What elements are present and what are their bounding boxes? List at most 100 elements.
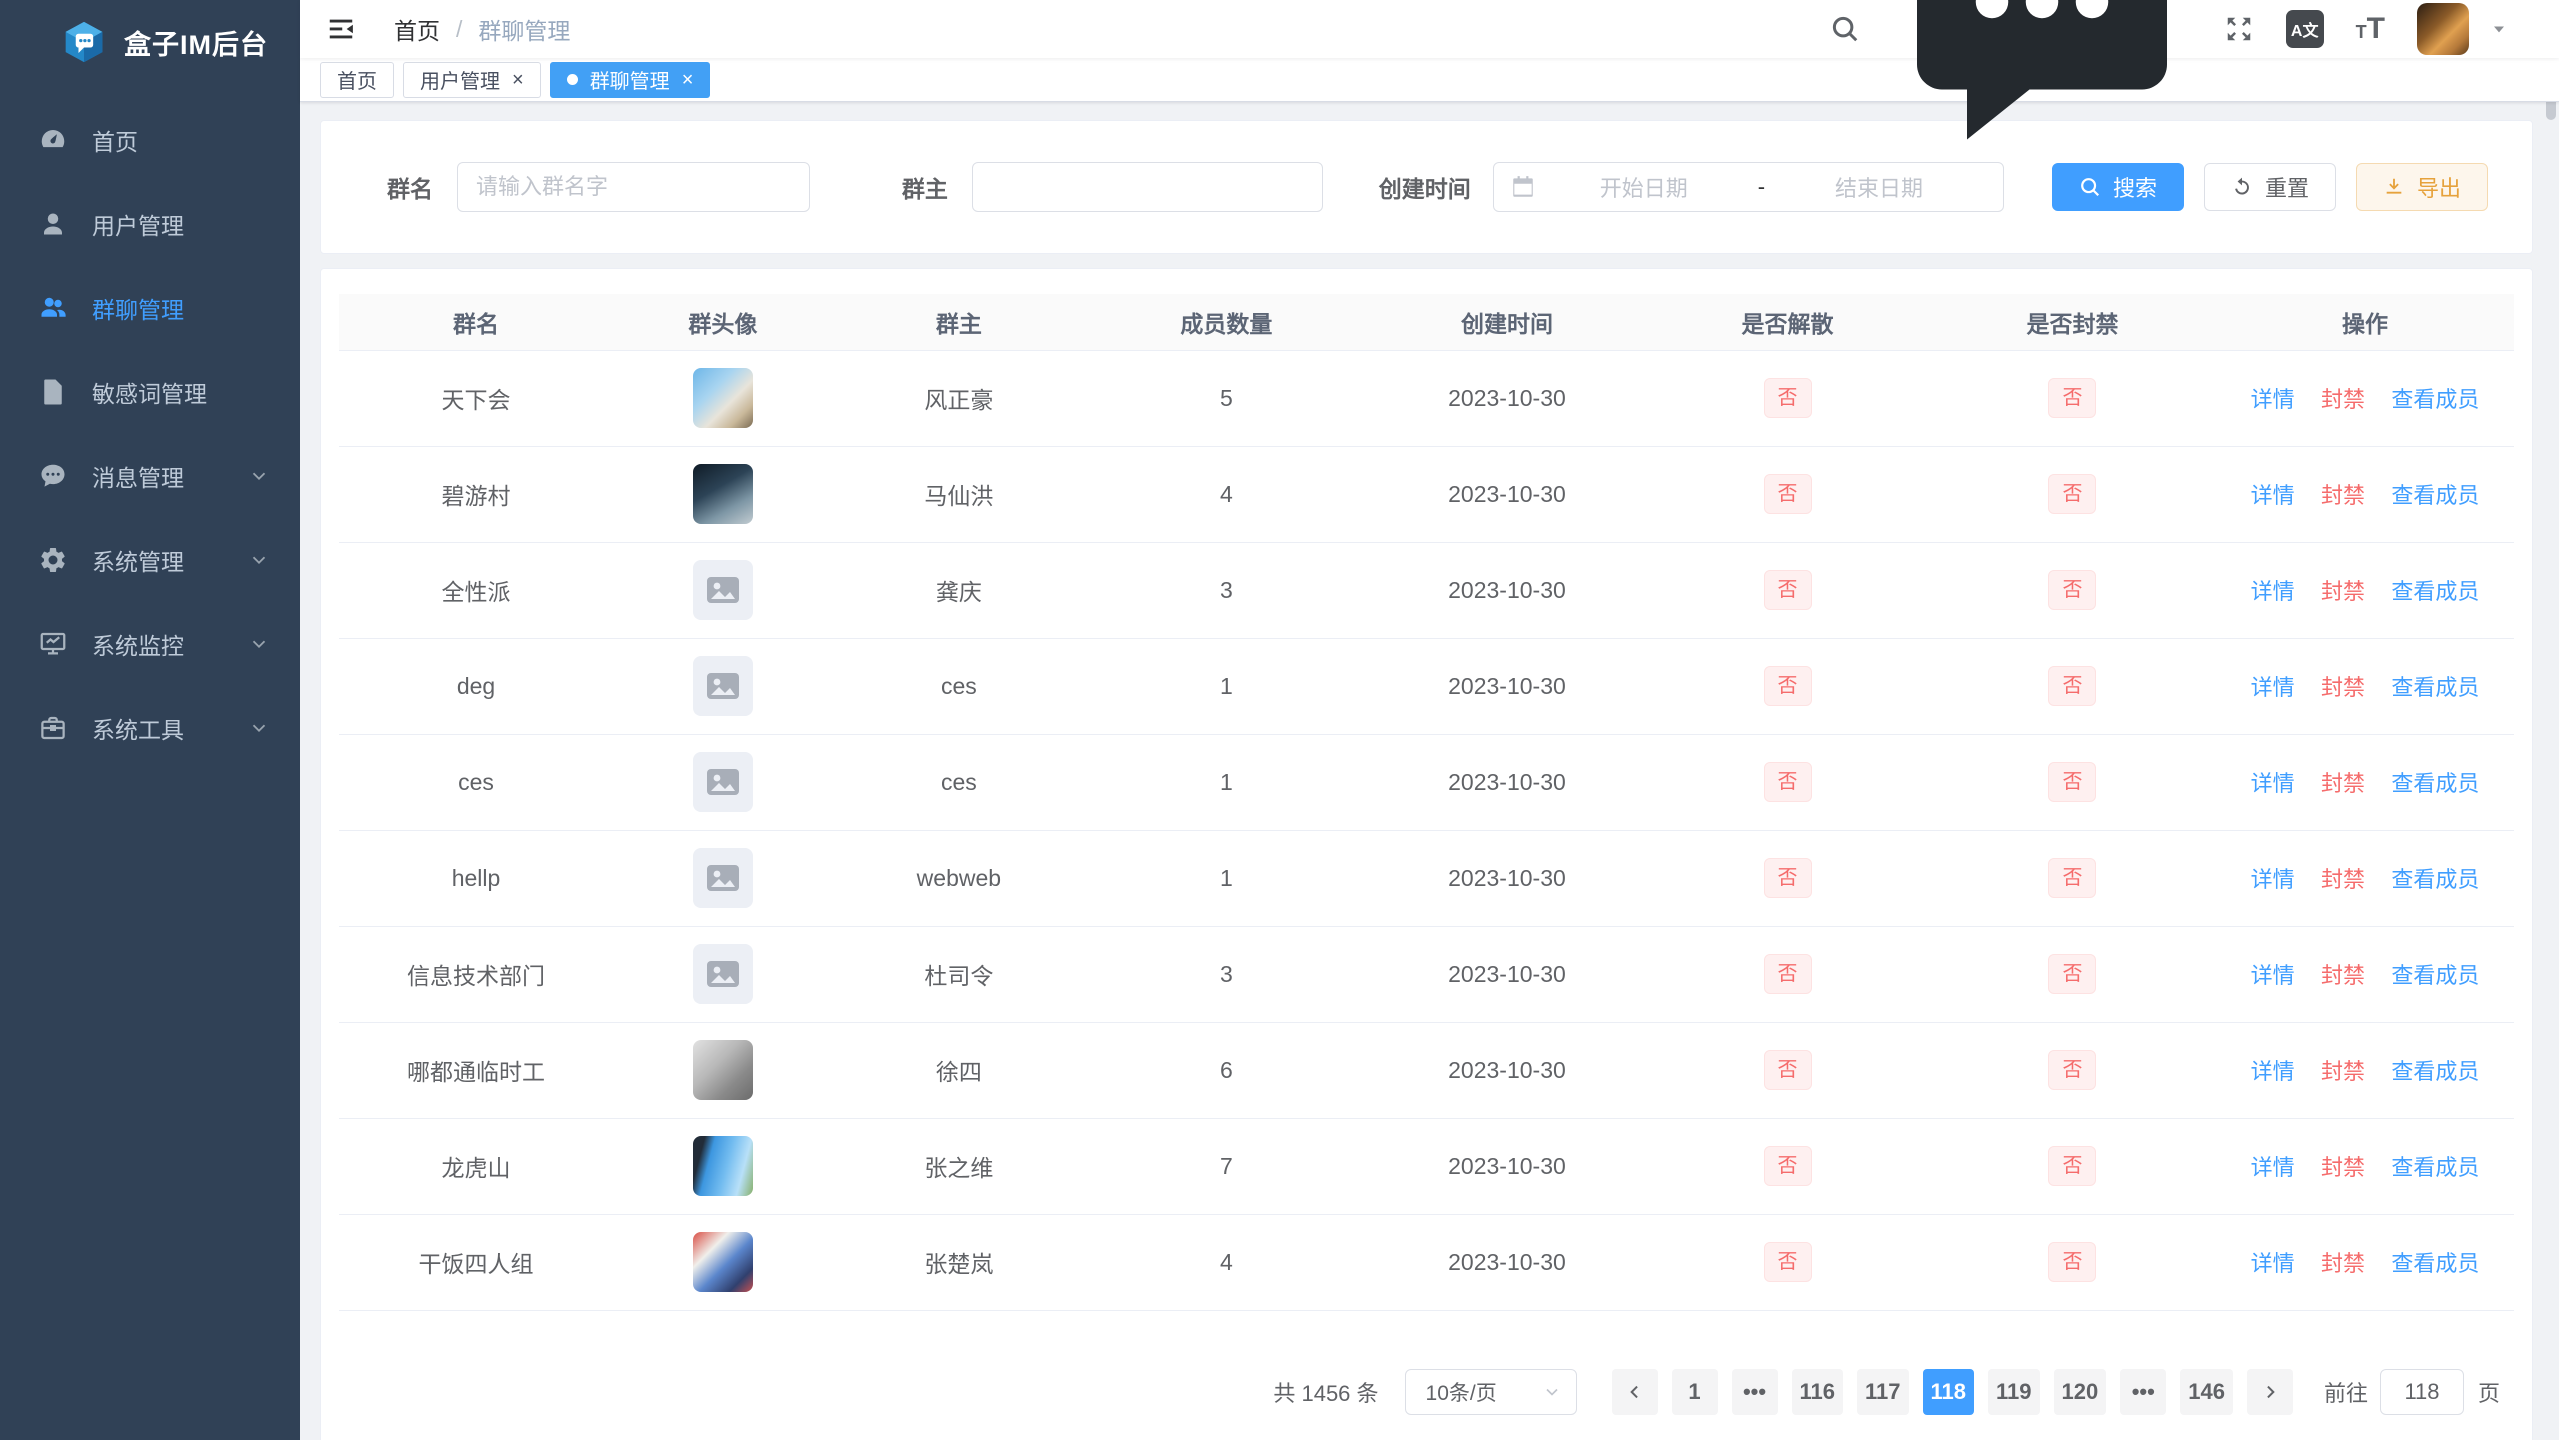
group-name-label: 群名 <box>387 170 433 204</box>
ban-link[interactable]: 封禁 <box>2321 867 2365 892</box>
page-number-button[interactable]: 120 <box>2054 1369 2107 1415</box>
sidebar-item-label: 群聊管理 <box>92 291 184 325</box>
table-row: deg ces 1 2023-10-30 否 否 详情 封禁 查看成员 <box>339 638 2514 734</box>
tab-home[interactable]: 首页 <box>320 62 394 98</box>
cell-created-time: 2023-10-30 <box>1368 350 1646 446</box>
cell-group-avatar <box>613 830 833 926</box>
goto-page-input[interactable] <box>2380 1369 2464 1415</box>
page-number-button[interactable]: 1 <box>1672 1369 1718 1415</box>
page-ellipsis-button[interactable]: ••• <box>2120 1369 2166 1415</box>
sidebar-collapse-icon[interactable] <box>324 14 358 44</box>
cell-banned: 否 <box>1929 350 2216 446</box>
cell-group-owner: 徐四 <box>833 1022 1085 1118</box>
sidebar-item-system-tools[interactable]: 系统工具 <box>0 686 300 770</box>
sidebar-item-home[interactable]: 首页 <box>0 98 300 182</box>
view-members-link[interactable]: 查看成员 <box>2391 1251 2479 1276</box>
view-members-link[interactable]: 查看成员 <box>2391 579 2479 604</box>
view-members-link[interactable]: 查看成员 <box>2391 1155 2479 1180</box>
fullscreen-icon[interactable] <box>2224 14 2254 44</box>
sidebar-item-sensitive-words[interactable]: 敏感词管理 <box>0 350 300 434</box>
ban-link[interactable]: 封禁 <box>2321 387 2365 412</box>
dissolved-badge: 否 <box>1764 1242 1812 1282</box>
app-logo-icon <box>62 20 106 64</box>
page-number-button[interactable]: 146 <box>2180 1369 2233 1415</box>
view-members-link[interactable]: 查看成员 <box>2391 387 2479 412</box>
sidebar-item-users[interactable]: 用户管理 <box>0 182 300 266</box>
page-size-select[interactable]: 10条/页 <box>1405 1369 1577 1415</box>
cell-dissolved: 否 <box>1646 1118 1929 1214</box>
detail-link[interactable]: 详情 <box>2251 1155 2295 1180</box>
cell-dissolved: 否 <box>1646 830 1929 926</box>
detail-link[interactable]: 详情 <box>2251 1059 2295 1084</box>
detail-link[interactable]: 详情 <box>2251 387 2295 412</box>
view-members-link[interactable]: 查看成员 <box>2391 963 2479 988</box>
sidebar-item-groups[interactable]: 群聊管理 <box>0 266 300 350</box>
breadcrumb: 首页 / 群聊管理 <box>394 12 570 46</box>
sidebar-item-system-management[interactable]: 系统管理 <box>0 518 300 602</box>
group-avatar <box>693 656 753 716</box>
page-ellipsis-button[interactable]: ••• <box>1732 1369 1778 1415</box>
detail-link[interactable]: 详情 <box>2251 483 2295 508</box>
tab-group-management[interactable]: 群聊管理 × <box>550 62 711 98</box>
image-placeholder-icon <box>706 767 740 797</box>
cell-created-time: 2023-10-30 <box>1368 446 1646 542</box>
detail-link[interactable]: 详情 <box>2251 771 2295 796</box>
cell-created-time: 2023-10-30 <box>1368 1118 1646 1214</box>
ban-link[interactable]: 封禁 <box>2321 1059 2365 1084</box>
ban-link[interactable]: 封禁 <box>2321 579 2365 604</box>
breadcrumb-home[interactable]: 首页 <box>394 12 440 46</box>
cell-group-name: 全性派 <box>339 542 613 638</box>
language-switch-icon[interactable]: A文 <box>2286 10 2324 48</box>
ban-link[interactable]: 封禁 <box>2321 963 2365 988</box>
start-date-placeholder[interactable]: 开始日期 <box>1536 171 1752 203</box>
search-icon[interactable] <box>1830 14 1860 44</box>
detail-link[interactable]: 详情 <box>2251 1251 2295 1276</box>
view-members-link[interactable]: 查看成员 <box>2391 771 2479 796</box>
sidebar-item-messages[interactable]: 消息管理 <box>0 434 300 518</box>
detail-link[interactable]: 详情 <box>2251 675 2295 700</box>
cell-dissolved: 否 <box>1646 926 1929 1022</box>
page-number-button[interactable]: 119 <box>1988 1369 2040 1415</box>
cell-created-time: 2023-10-30 <box>1368 638 1646 734</box>
view-members-link[interactable]: 查看成员 <box>2391 1059 2479 1084</box>
view-members-link[interactable]: 查看成员 <box>2391 867 2479 892</box>
ban-link[interactable]: 封禁 <box>2321 771 2365 796</box>
close-icon[interactable]: × <box>512 70 524 90</box>
cell-dissolved: 否 <box>1646 542 1929 638</box>
detail-link[interactable]: 详情 <box>2251 867 2295 892</box>
ban-link[interactable]: 封禁 <box>2321 483 2365 508</box>
page-number-button[interactable]: 118 <box>1923 1369 1975 1415</box>
group-name-input[interactable] <box>457 162 810 212</box>
app-title: 盒子IM后台 <box>124 23 268 62</box>
group-owner-input[interactable] <box>972 162 1323 212</box>
view-members-link[interactable]: 查看成员 <box>2391 675 2479 700</box>
table-row: ces ces 1 2023-10-30 否 否 详情 封禁 查看成员 <box>339 734 2514 830</box>
detail-link[interactable]: 详情 <box>2251 963 2295 988</box>
cell-created-time: 2023-10-30 <box>1368 926 1646 1022</box>
tab-user-management[interactable]: 用户管理 × <box>403 62 541 98</box>
ban-link[interactable]: 封禁 <box>2321 675 2365 700</box>
font-size-icon[interactable]: TT <box>2356 12 2385 46</box>
total-count: 共 1456 条 <box>1273 1376 1378 1408</box>
view-members-link[interactable]: 查看成员 <box>2391 483 2479 508</box>
notification-message-icon[interactable] <box>1892 0 2192 182</box>
prev-page-button[interactable] <box>1612 1369 1658 1415</box>
cell-group-owner: 风正豪 <box>833 350 1085 446</box>
avatar-caret-down-icon[interactable] <box>2489 19 2509 39</box>
dissolved-badge: 否 <box>1764 1146 1812 1186</box>
sidebar-item-system-monitor[interactable]: 系统监控 <box>0 602 300 686</box>
cell-dissolved: 否 <box>1646 1214 1929 1310</box>
ban-link[interactable]: 封禁 <box>2321 1251 2365 1276</box>
sidebar-item-label: 首页 <box>92 123 138 157</box>
detail-link[interactable]: 详情 <box>2251 579 2295 604</box>
cell-group-owner: 马仙洪 <box>833 446 1085 542</box>
close-icon[interactable]: × <box>682 70 694 90</box>
group-avatar <box>693 560 753 620</box>
ban-link[interactable]: 封禁 <box>2321 1155 2365 1180</box>
page-number-button[interactable]: 116 <box>1792 1369 1844 1415</box>
cell-banned: 否 <box>1929 542 2216 638</box>
page-number-button[interactable]: 117 <box>1857 1369 1909 1415</box>
cell-member-count: 3 <box>1085 926 1368 1022</box>
avatar[interactable] <box>2417 3 2469 55</box>
next-page-button[interactable] <box>2247 1369 2293 1415</box>
